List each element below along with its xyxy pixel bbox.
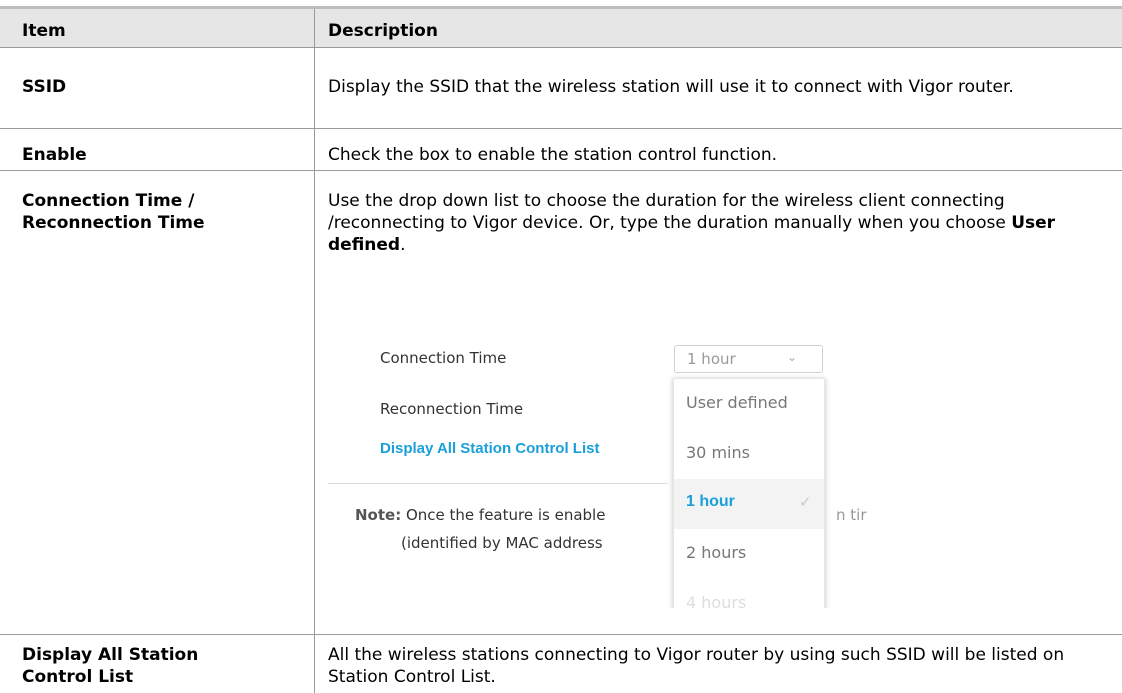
embedded-screenshot: Connection Time Reconnection Time Displa… [328, 340, 888, 608]
header-description: Description [328, 21, 438, 41]
note-line2: (identified by MAC address [401, 534, 603, 552]
row-item-line: Connection Time / [22, 191, 195, 211]
row-description-display-all: All the wireless stations connecting to … [328, 645, 1065, 687]
option-user-defined[interactable]: User defined [674, 379, 824, 429]
header-item: Item [22, 21, 66, 41]
description-text: Use the drop down list to choose the dur… [328, 191, 1012, 233]
row-description-enable: Check the box to enable the station cont… [328, 145, 778, 165]
description-text: . [400, 235, 406, 255]
connection-time-label: Connection Time [380, 349, 507, 367]
row-item-line: Reconnection Time [22, 213, 205, 233]
row-item-ssid: SSID [22, 77, 67, 97]
option-30-mins[interactable]: 30 mins [674, 429, 824, 479]
row-divider [0, 128, 1122, 129]
note-label: Note: [355, 506, 402, 524]
option-4-hours[interactable]: 4 hours [674, 579, 824, 608]
row-item-connection-time: Connection Time / Reconnection Time [22, 190, 302, 234]
row-item-line: Display All Station [22, 645, 199, 665]
row-divider [0, 170, 1122, 171]
note-line1: Once the feature is enable [405, 506, 606, 524]
row-divider [0, 634, 1122, 635]
note-fragment: n tir [836, 506, 867, 524]
separator [328, 483, 668, 484]
chevron-down-icon: ⌄ [787, 350, 798, 364]
select-value: 1 hour [687, 350, 736, 368]
display-all-station-control-list-link[interactable]: Display All Station Control List [380, 440, 599, 457]
row-item-display-all: Display All Station Control List [22, 644, 302, 688]
row-item-enable: Enable [22, 145, 87, 165]
connection-time-select[interactable]: 1 hour ⌄ [674, 345, 823, 373]
option-1-hour[interactable]: 1 hour ✓ [674, 479, 824, 529]
row-divider [0, 47, 1122, 48]
option-2-hours[interactable]: 2 hours [674, 529, 824, 579]
reconnection-time-label: Reconnection Time [380, 400, 524, 418]
row-description-ssid: Display the SSID that the wireless stati… [328, 77, 1014, 97]
row-item-line: Control List [22, 667, 134, 687]
note: Note: Once the feature is enable [355, 506, 605, 524]
dropdown-menu: User defined 30 mins 1 hour ✓ 2 hours 4 h… [673, 378, 825, 608]
column-divider [314, 9, 315, 693]
row-description-connection-time: Use the drop down list to choose the dur… [328, 190, 1098, 256]
check-icon: ✓ [799, 493, 812, 511]
